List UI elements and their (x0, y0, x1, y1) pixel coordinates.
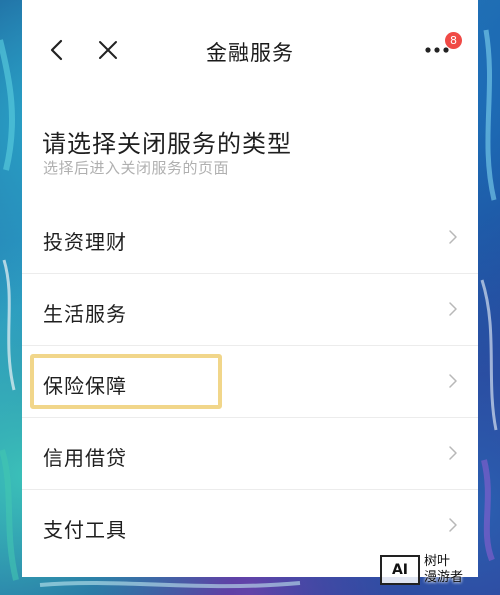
watermark-logo: AI (380, 555, 420, 585)
list-item-label: 信用借贷 (43, 446, 127, 470)
chevron-right-icon (449, 446, 457, 460)
notification-badge: 8 (445, 32, 462, 49)
chevron-right-icon (449, 230, 457, 244)
chevron-right-icon (449, 374, 457, 388)
list-item-investment[interactable]: 投资理财 (22, 202, 478, 274)
watermark-line2: 漫游者 (424, 570, 464, 585)
more-dots-icon (425, 47, 449, 53)
watermark-text: 树叶 漫游者 (424, 554, 463, 586)
list-item-label: 投资理财 (43, 230, 127, 254)
chevron-right-icon (449, 302, 457, 316)
header-bar: 金融服务 8 (22, 20, 478, 80)
list-item-credit[interactable]: 信用借贷 (22, 418, 478, 490)
financial-services-panel: 金融服务 8 请选择关闭服务的类型 选择后进入关闭服务的页面 投资理财 生活服务… (22, 0, 478, 577)
section-subtitle: 选择后进入关闭服务的页面 (43, 159, 230, 177)
chevron-right-icon (449, 518, 457, 532)
watermark: AI 树叶 漫游者 (380, 548, 498, 592)
watermark-line1: 树叶 (424, 554, 451, 569)
section-title: 请选择关闭服务的类型 (42, 130, 292, 158)
list-item-label: 生活服务 (43, 302, 127, 326)
list-item-label: 支付工具 (43, 518, 127, 542)
page-title: 金融服务 (206, 41, 294, 65)
highlight-box-insurance (30, 354, 222, 409)
list-item-life-services[interactable]: 生活服务 (22, 274, 478, 346)
